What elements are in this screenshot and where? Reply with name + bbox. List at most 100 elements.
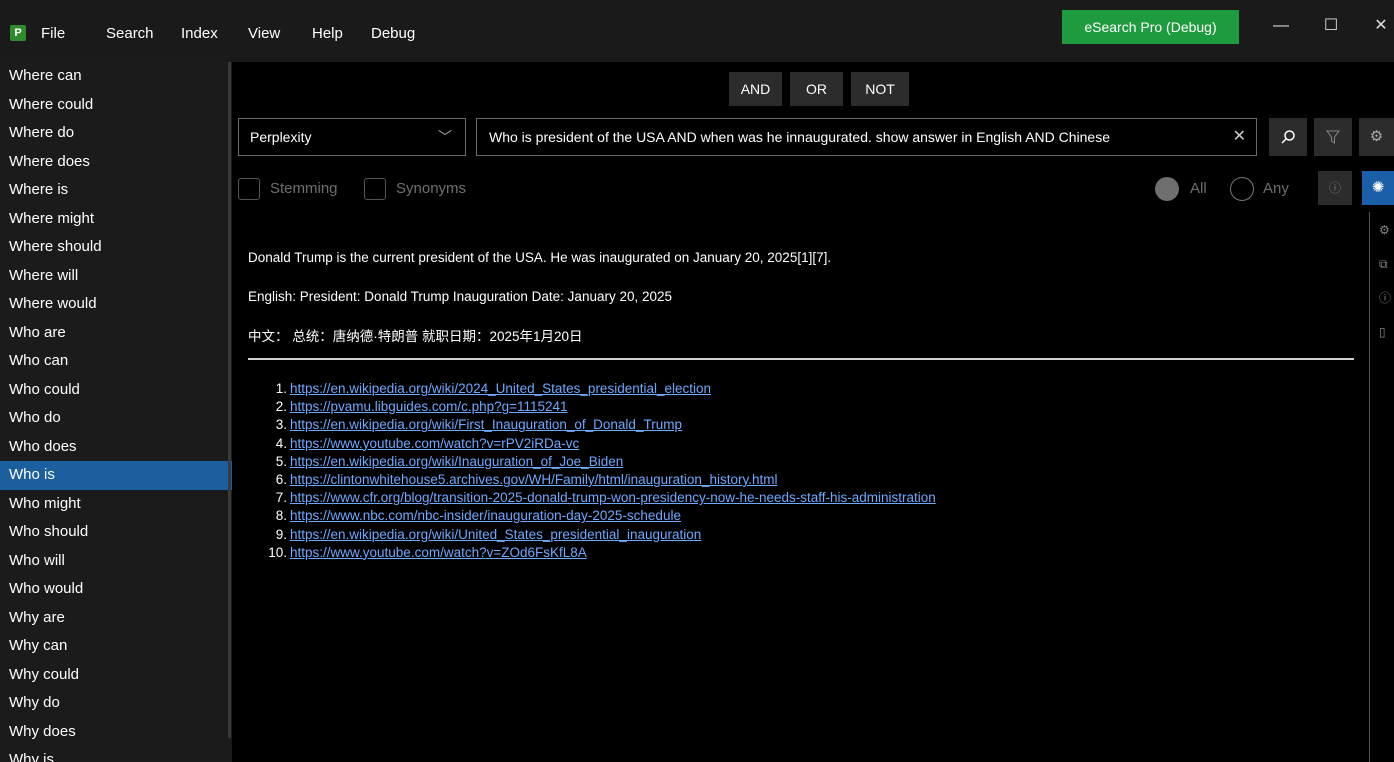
settings-button[interactable]: ⚙ (1359, 118, 1394, 156)
not-operator-button[interactable]: NOT (851, 72, 909, 106)
sidebar-item[interactable]: Where could (0, 91, 232, 120)
sidebar-item[interactable]: Why could (0, 661, 232, 690)
copy-icon[interactable]: ⧉ (1379, 256, 1394, 272)
reference-list: 1. https://en.wikipedia.org/wiki/2024_Uni… (248, 380, 936, 562)
reference-number: 2. (275, 399, 287, 415)
right-panel-divider (1369, 212, 1370, 762)
sidebar-item[interactable]: Where do (0, 119, 232, 148)
or-operator-button[interactable]: OR (790, 72, 843, 106)
reference-number: 8. (275, 508, 287, 524)
stemming-checkbox[interactable] (238, 178, 260, 200)
reference-number: 4. (275, 435, 287, 451)
info-icon[interactable]: ⓘ (1379, 290, 1394, 306)
synonyms-label: Synonyms (396, 180, 467, 197)
sidebar-item[interactable]: Why does (0, 718, 232, 747)
sidebar-item[interactable]: Why do (0, 689, 232, 718)
sidebar-item[interactable]: Who will (0, 547, 232, 576)
menu-search[interactable]: Search (106, 25, 154, 42)
answer-divider (248, 358, 1354, 360)
sidebar-item[interactable]: Why is (0, 746, 232, 762)
list-item: 7. https://www.cfr.org/blog/transition-20… (248, 489, 936, 507)
reference-link[interactable]: https://www.youtube.com/watch?v=rPV2iRDa… (290, 436, 579, 451)
match-all-label: All (1190, 180, 1207, 197)
reference-number: 10. (268, 544, 287, 560)
maximize-button[interactable]: ☐ (1316, 14, 1346, 38)
brain-icon: ✺ (1371, 179, 1385, 196)
document-icon[interactable]: ▯ (1379, 324, 1394, 340)
engine-select-value: Perplexity (250, 129, 312, 145)
info-panel-button[interactable]: ⓘ (1318, 171, 1352, 205)
match-all-radio[interactable] (1155, 177, 1179, 201)
sidebar-item[interactable]: Who do (0, 404, 232, 433)
menu-help[interactable]: Help (312, 25, 343, 42)
search-engine-select[interactable]: Perplexity ﹀ (238, 118, 466, 156)
filter-icon (1326, 130, 1340, 144)
and-operator-button[interactable]: AND (729, 72, 782, 106)
title-bar: P File Search Index View Help Debug eSea… (0, 0, 1394, 62)
sidebar-item[interactable]: Who can (0, 347, 232, 376)
sidebar-item[interactable]: Where would (0, 290, 232, 319)
sidebar-item[interactable]: Who might (0, 490, 232, 519)
list-item: 2. https://pvamu.libguides.com/c.php?g=11… (248, 398, 936, 416)
sidebar-item[interactable]: Who does (0, 433, 232, 462)
search-button[interactable] (1269, 118, 1307, 156)
reference-link[interactable]: https://clintonwhitehouse5.archives.gov/… (290, 472, 777, 487)
sidebar-item[interactable]: Where is (0, 176, 232, 205)
sidebar-item[interactable]: Who would (0, 575, 232, 604)
list-item: 4. https://www.youtube.com/watch?v=rPV2iR… (248, 435, 936, 453)
list-item: 6. https://clintonwhitehouse5.archives.go… (248, 471, 936, 489)
app-title-badge: eSearch Pro (Debug) (1062, 10, 1239, 44)
reference-link[interactable]: https://en.wikipedia.org/wiki/2024_Unite… (290, 381, 711, 396)
menu-view[interactable]: View (248, 25, 280, 42)
sidebar-item[interactable]: Where can (0, 62, 232, 91)
stemming-label: Stemming (270, 180, 338, 197)
chevron-down-icon: ﹀ (438, 129, 452, 145)
ai-mode-button[interactable]: ✺ (1362, 171, 1394, 205)
sidebar-item[interactable]: Who is (0, 461, 232, 490)
reference-link[interactable]: https://pvamu.libguides.com/c.php?g=1115… (290, 399, 568, 414)
sidebar-item[interactable]: Who are (0, 319, 232, 348)
answer-english: English: President: Donald Trump Inaugur… (248, 289, 673, 304)
reference-link[interactable]: https://www.cfr.org/blog/transition-2025… (290, 490, 936, 505)
reference-link[interactable]: https://en.wikipedia.org/wiki/Inaugurati… (290, 454, 623, 469)
reference-number: 9. (275, 526, 287, 542)
close-icon[interactable]: ✕ (1233, 119, 1246, 155)
sidebar-item[interactable]: Where should (0, 233, 232, 262)
sidebar-item[interactable]: Where does (0, 148, 232, 177)
sidebar-item[interactable]: Where might (0, 205, 232, 234)
search-input[interactable]: Who is president of the USA AND when was… (476, 118, 1257, 156)
sidebar-item[interactable]: Why can (0, 632, 232, 661)
answer-chinese: 中文： 总统：唐纳德·特朗普 就职日期：2025年1月20日 (248, 329, 583, 344)
match-any-radio[interactable] (1230, 177, 1254, 201)
reference-number: 7. (275, 490, 287, 506)
match-any-label: Any (1263, 180, 1289, 197)
search-icon (1281, 130, 1295, 144)
answer-summary: Donald Trump is the current president of… (248, 250, 832, 265)
reference-number: 5. (275, 453, 287, 469)
gear-icon[interactable]: ⚙ (1379, 222, 1394, 238)
sidebar-item[interactable]: Who could (0, 376, 232, 405)
minimize-button[interactable]: — (1266, 14, 1296, 38)
sidebar-item[interactable]: Who should (0, 518, 232, 547)
reference-link[interactable]: https://www.nbc.com/nbc-insider/inaugura… (290, 508, 681, 523)
menu-index[interactable]: Index (181, 25, 218, 42)
menu-debug[interactable]: Debug (371, 25, 415, 42)
list-item: 1. https://en.wikipedia.org/wiki/2024_Uni… (248, 380, 936, 398)
sidebar-item[interactable]: Why are (0, 604, 232, 633)
menu-file[interactable]: File (41, 25, 65, 42)
close-window-button[interactable]: ✕ (1366, 14, 1394, 38)
reference-link[interactable]: https://en.wikipedia.org/wiki/First_Inau… (290, 417, 682, 432)
list-item: 3. https://en.wikipedia.org/wiki/First_In… (248, 416, 936, 434)
question-phrase-list: Where can Where could Where do Where does Wh… (0, 62, 232, 762)
reference-link[interactable]: https://en.wikipedia.org/wiki/United_Sta… (290, 527, 701, 542)
list-item: 8. https://www.nbc.com/nbc-insider/inaugu… (248, 507, 936, 525)
filter-button[interactable] (1314, 118, 1352, 156)
reference-number: 1. (275, 381, 287, 396)
search-query-text: Who is president of the USA AND when was… (489, 129, 1111, 145)
sidebar-scrollbar[interactable] (228, 62, 231, 738)
reference-link[interactable]: https://www.youtube.com/watch?v=ZOd6FsKf… (290, 545, 587, 560)
synonyms-checkbox[interactable] (364, 178, 386, 200)
sidebar-item[interactable]: Where will (0, 262, 232, 291)
info-icon: ⓘ (1328, 181, 1341, 195)
list-item: 10. https://www.youtube.com/watch?v=ZOd6F… (248, 544, 936, 562)
